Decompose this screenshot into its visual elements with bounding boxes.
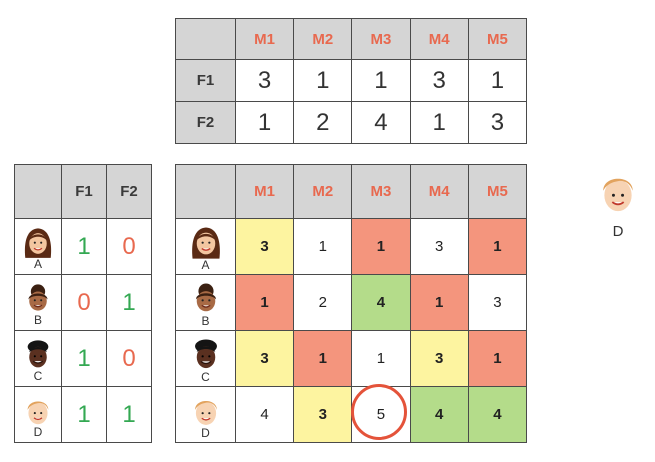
- rating-cell-highlighted: 5: [351, 386, 411, 443]
- rating-cell: 4: [351, 274, 411, 331]
- rating-cell: 1: [409, 274, 469, 331]
- rating-cell: 2: [293, 274, 353, 331]
- user-a-avatar-icon: [189, 225, 223, 262]
- rating-cell: 1: [293, 218, 353, 275]
- user-d-avatar-icon: [595, 168, 641, 218]
- user-d-avatar-icon: [189, 393, 223, 430]
- cell: 1: [234, 101, 295, 144]
- rating-cell: 4: [409, 386, 469, 443]
- cell: 0: [106, 330, 152, 387]
- user-d-avatar-cell: D: [175, 386, 236, 443]
- user-b-avatar-icon: [22, 282, 54, 317]
- cell: 1: [106, 274, 152, 331]
- col-header: M5: [467, 18, 528, 60]
- rating-cell: 1: [351, 218, 411, 275]
- user-label: C: [33, 368, 43, 383]
- col-header: M2: [293, 164, 353, 219]
- rating-cell: 3: [409, 330, 469, 387]
- cell: 1: [61, 386, 107, 443]
- rating-cell: 1: [234, 274, 295, 331]
- cell: 1: [61, 218, 107, 275]
- col-header: M3: [351, 164, 411, 219]
- user-b-avatar-icon: [189, 281, 223, 318]
- col-header: M1: [234, 18, 295, 60]
- cell: 1: [106, 386, 152, 443]
- row-header: F1: [175, 59, 236, 102]
- user-label: A: [33, 256, 42, 271]
- rating-cell: 3: [234, 218, 295, 275]
- col-header: M4: [409, 18, 469, 60]
- corner-cell: [175, 18, 236, 60]
- cell: 1: [61, 330, 107, 387]
- cell: 1: [293, 59, 353, 102]
- rating-cell: 3: [234, 330, 295, 387]
- cell: 3: [467, 101, 528, 144]
- rating-cell: 1: [467, 218, 528, 275]
- user-label: D: [33, 424, 43, 439]
- cell: 1: [409, 101, 469, 144]
- rating-cell: 4: [467, 386, 528, 443]
- user-feature-table: F1 F2 A 1 0 B 0 1 C 1 0 D 1 1: [14, 164, 152, 443]
- user-label: D: [201, 425, 210, 440]
- user-c-avatar-cell: C: [14, 330, 62, 387]
- user-a-avatar-cell: A: [175, 218, 236, 275]
- cell: 4: [351, 101, 411, 144]
- new-user-label: D: [612, 223, 624, 240]
- col-header: M5: [467, 164, 528, 219]
- user-label: B: [201, 313, 210, 328]
- rating-cell: 3: [467, 274, 528, 331]
- cell: 3: [234, 59, 295, 102]
- user-b-avatar-cell: B: [14, 274, 62, 331]
- corner-cell: [175, 164, 236, 219]
- cell: 1: [467, 59, 528, 102]
- movie-feature-table: M1 M2 M3 M4 M5 F1 3 1 1 3 1 F2 1 2 4 1 3: [175, 18, 528, 144]
- col-header: M1: [234, 164, 295, 219]
- user-c-avatar-icon: [189, 337, 223, 374]
- user-label: A: [201, 257, 210, 272]
- cell: 1: [351, 59, 411, 102]
- col-header: M3: [351, 18, 411, 60]
- user-c-avatar-cell: C: [175, 330, 236, 387]
- user-a-avatar-cell: A: [14, 218, 62, 275]
- cell: 0: [61, 274, 107, 331]
- cell: 0: [106, 218, 152, 275]
- user-d-avatar-cell: D: [14, 386, 62, 443]
- col-header: M2: [293, 18, 353, 60]
- rating-cell: 4: [234, 386, 295, 443]
- col-header: M4: [409, 164, 469, 219]
- cell: 3: [409, 59, 469, 102]
- user-label: C: [201, 369, 210, 384]
- user-d-avatar-icon: [22, 394, 54, 429]
- rating-cell: 3: [293, 386, 353, 443]
- user-label: B: [33, 312, 42, 327]
- col-header: F2: [106, 164, 152, 219]
- user-b-avatar-cell: B: [175, 274, 236, 331]
- rating-cell: 3: [409, 218, 469, 275]
- corner-cell: [14, 164, 62, 219]
- cell: 2: [293, 101, 353, 144]
- new-user: D: [594, 168, 642, 240]
- col-header: F1: [61, 164, 107, 219]
- user-c-avatar-icon: [22, 338, 54, 373]
- rating-cell: 1: [293, 330, 353, 387]
- user-movie-rating-table: M1 M2 M3 M4 M5 A 3 1 1 3 1 B 1 2 4 1 3 C…: [175, 164, 528, 443]
- row-header: F2: [175, 101, 236, 144]
- user-a-avatar-icon: [22, 226, 54, 261]
- rating-cell: 1: [351, 330, 411, 387]
- rating-cell: 1: [467, 330, 528, 387]
